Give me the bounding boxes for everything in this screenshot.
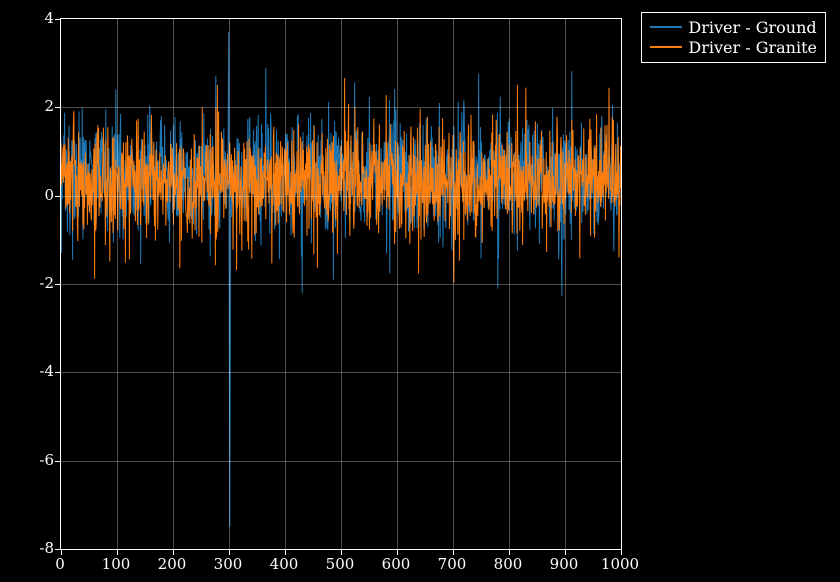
legend-item-granite: Driver - Granite bbox=[650, 37, 817, 57]
x-tick-label: 100 bbox=[102, 555, 131, 573]
y-tick bbox=[55, 107, 61, 108]
y-tick bbox=[55, 19, 61, 20]
grid-line bbox=[61, 107, 621, 108]
x-tick-label: 400 bbox=[270, 555, 299, 573]
x-tick-label: 200 bbox=[158, 555, 187, 573]
y-tick bbox=[55, 461, 61, 462]
x-tick-label: 500 bbox=[326, 555, 355, 573]
y-tick-label: -6 bbox=[4, 451, 54, 469]
x-tick-label: 1000 bbox=[601, 555, 639, 573]
y-tick-label: -2 bbox=[4, 274, 54, 292]
grid-line bbox=[61, 461, 621, 462]
grid-line bbox=[61, 284, 621, 285]
y-tick-label: 0 bbox=[4, 186, 54, 204]
x-tick-label: 0 bbox=[55, 555, 65, 573]
x-tick-label: 300 bbox=[214, 555, 243, 573]
y-tick bbox=[55, 549, 61, 550]
x-tick-label: 900 bbox=[550, 555, 579, 573]
y-tick-label: 2 bbox=[4, 97, 54, 115]
y-tick bbox=[55, 372, 61, 373]
legend-item-ground: Driver - Ground bbox=[650, 17, 817, 37]
y-tick bbox=[55, 284, 61, 285]
y-tick-label: -8 bbox=[4, 539, 54, 557]
y-tick bbox=[55, 196, 61, 197]
x-tick-label: 600 bbox=[382, 555, 411, 573]
legend-label: Driver - Granite bbox=[688, 38, 817, 57]
x-tick-label: 800 bbox=[494, 555, 523, 573]
legend-label: Driver - Ground bbox=[688, 18, 816, 37]
y-tick-label: 4 bbox=[4, 9, 54, 27]
chart-container: Driver - Ground Driver - Granite 0 100 200… bbox=[0, 0, 840, 582]
grid-line bbox=[61, 196, 621, 197]
plot-area bbox=[60, 18, 622, 550]
legend-swatch bbox=[650, 26, 682, 28]
legend-swatch bbox=[650, 46, 682, 48]
grid-line bbox=[61, 372, 621, 373]
legend: Driver - Ground Driver - Granite bbox=[641, 12, 826, 63]
y-tick-label: -4 bbox=[4, 362, 54, 380]
x-tick-label: 700 bbox=[438, 555, 467, 573]
